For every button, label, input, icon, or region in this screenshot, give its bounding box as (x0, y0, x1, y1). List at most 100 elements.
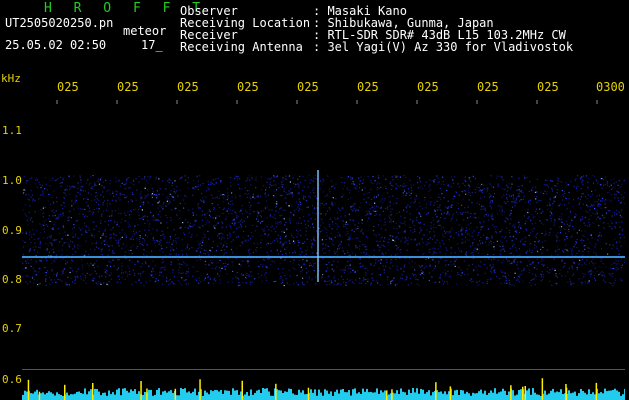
noise-dot (239, 220, 241, 222)
noise-dot (124, 251, 127, 253)
noise-dot (139, 240, 141, 243)
noise-dot (308, 195, 310, 197)
noise-dot (448, 232, 450, 234)
noise-dot (600, 248, 603, 250)
noise-dot (433, 247, 435, 249)
noise-dot (246, 272, 248, 275)
noise-dot (157, 213, 159, 215)
noise-dot (219, 282, 221, 284)
floor-bar (302, 390, 304, 400)
noise-dot (604, 203, 607, 205)
noise-dot (245, 282, 247, 284)
noise-dot (600, 274, 602, 276)
noise-dot (452, 213, 455, 215)
noise-dot (27, 220, 29, 222)
noise-dot (436, 239, 438, 241)
noise-dot (605, 243, 607, 245)
noise-dot (505, 280, 507, 282)
noise-dot (426, 242, 428, 244)
floor-bar (346, 392, 348, 400)
noise-dot (386, 206, 389, 208)
noise-dot (396, 227, 398, 229)
noise-dot (528, 234, 530, 236)
noise-dot (74, 246, 76, 248)
noise-dot (67, 217, 69, 219)
noise-dot (600, 234, 602, 236)
noise-dot (564, 275, 566, 277)
noise-dot (493, 258, 495, 260)
noise-dot (145, 180, 147, 182)
noise-dot (518, 200, 521, 202)
floor-bar (338, 393, 340, 400)
noise-dot (446, 207, 448, 209)
noise-dot (257, 219, 259, 221)
noise-dot (97, 192, 99, 194)
noise-dot (133, 229, 135, 231)
noise-dot (305, 276, 307, 278)
noise-dot (326, 280, 328, 283)
noise-dot (162, 234, 164, 236)
floor-bar (224, 390, 226, 400)
noise-dot (138, 181, 140, 183)
noise-dot (282, 209, 285, 211)
noise-dot (110, 234, 112, 236)
noise-dot (349, 254, 351, 256)
noise-dot (207, 181, 209, 183)
noise-dot (586, 282, 588, 284)
noise-dot (255, 187, 257, 189)
noise-dot (380, 207, 382, 209)
floor-bar (76, 392, 78, 400)
noise-dot (379, 183, 381, 185)
noise-dot (216, 266, 218, 268)
noise-dot (202, 232, 205, 234)
noise-dot (156, 194, 158, 196)
noise-dot (368, 197, 370, 199)
noise-dot (93, 234, 95, 236)
noise-dot (507, 186, 509, 188)
noise-dot (559, 273, 561, 275)
noise-dot (450, 220, 452, 222)
noise-dot (377, 244, 379, 246)
noise-dot (56, 218, 58, 220)
noise-dot (133, 274, 136, 276)
noise-dot (410, 184, 412, 186)
noise-dot (323, 180, 325, 182)
noise-dot (520, 199, 522, 201)
noise-dot (446, 282, 449, 284)
noise-dot (222, 194, 224, 196)
noise-dot (336, 254, 339, 256)
noise-dot (429, 197, 431, 199)
noise-dot (136, 245, 138, 247)
noise-dot (557, 183, 559, 185)
noise-dot (177, 280, 179, 282)
noise-dot (54, 239, 56, 241)
noise-dot (196, 234, 198, 236)
noise-dot (131, 200, 133, 202)
noise-dot (478, 190, 480, 192)
noise-dot (491, 213, 493, 215)
floor-bar (586, 394, 588, 400)
noise-dot (142, 218, 144, 221)
noise-dot (603, 279, 605, 281)
noise-dot (615, 222, 617, 224)
noise-dot (350, 178, 352, 180)
y-tick-label: 0.9 (2, 224, 22, 237)
noise-dot (499, 240, 501, 242)
noise-dot (387, 208, 389, 210)
noise-dot (322, 222, 324, 224)
noise-dot (117, 240, 119, 242)
noise-dot (571, 252, 573, 254)
noise-dot (458, 194, 461, 196)
noise-dot (313, 236, 315, 238)
noise-dot (230, 248, 233, 251)
noise-dot (377, 175, 380, 177)
noise-dot (248, 265, 250, 267)
noise-dot (375, 259, 377, 261)
noise-dot (118, 179, 120, 181)
noise-dot (526, 265, 528, 267)
noise-dot (210, 260, 212, 262)
floor-bar (214, 390, 216, 400)
noise-dot (471, 235, 473, 237)
noise-dot (275, 206, 277, 208)
noise-dot (271, 260, 273, 262)
